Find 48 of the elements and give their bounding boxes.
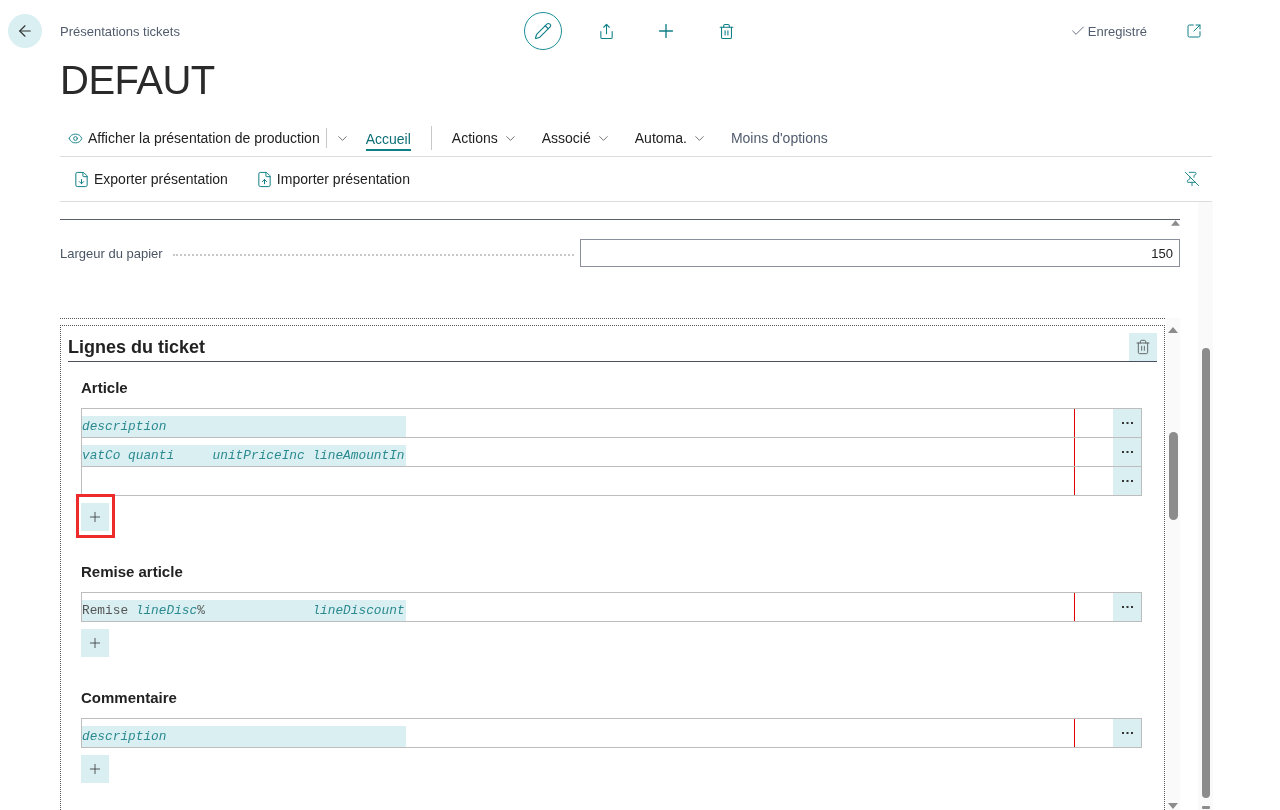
add-line-button[interactable]	[81, 755, 109, 783]
field-label: Largeur du papier	[60, 245, 163, 261]
group-title: Commentaire	[81, 688, 177, 708]
add-line-button[interactable]	[81, 629, 109, 657]
pencil-icon	[534, 22, 552, 40]
file-arrow-up-icon	[255, 170, 273, 188]
scroll-up-icon[interactable]	[1168, 327, 1178, 333]
plus-icon	[87, 761, 103, 777]
dash-icon[interactable]	[1201, 806, 1210, 809]
toolbar-button[interactable]: Exporter présentation	[73, 170, 228, 188]
share-icon	[597, 22, 615, 40]
show-layout-button[interactable]: Afficher la présentation de production	[68, 130, 320, 146]
menu-button[interactable]: Associé	[541, 130, 611, 146]
add-line-button[interactable]	[81, 503, 109, 531]
menu-button[interactable]: Automa.	[634, 130, 707, 146]
action-tab[interactable]: Accueil	[365, 125, 411, 151]
page-caption: Présentations tickets	[60, 23, 180, 39]
plus-icon	[87, 635, 103, 651]
toolbar-button[interactable]: Importer présentation	[255, 170, 410, 188]
eye-icon	[68, 130, 83, 146]
scrollbar[interactable]	[1198, 202, 1213, 810]
popout-icon	[1186, 23, 1202, 39]
back-button[interactable]	[8, 14, 42, 48]
saved-status: Enregistré	[1087, 23, 1147, 39]
pin-off-icon	[1184, 171, 1200, 187]
highlight-frame	[76, 494, 115, 538]
template-field[interactable]: description	[82, 409, 1075, 437]
scroll-thumb[interactable]	[1168, 432, 1178, 520]
scroll-thumb[interactable]	[1201, 348, 1210, 798]
section-title: Lignes du ticket	[68, 336, 206, 358]
group-title: Remise article	[81, 562, 183, 582]
trash-icon	[717, 22, 735, 40]
template-field[interactable]: Remise lineDisc% lineDiscount	[82, 593, 1075, 621]
menu-button[interactable]: Actions	[451, 130, 518, 146]
delete-section-button[interactable]	[1129, 333, 1157, 361]
fewer-options-link[interactable]: Moins d'options	[730, 130, 828, 146]
scrollbar[interactable]	[1166, 318, 1180, 810]
group-title: Article	[81, 378, 128, 398]
trash-icon	[1135, 339, 1151, 355]
scroll-up-icon[interactable]	[1171, 220, 1180, 226]
plus-icon	[87, 509, 103, 525]
template-field[interactable]: vatCo quanti unitPriceInc lineAmountIn	[82, 438, 1075, 466]
number-field[interactable]: 150	[580, 239, 1180, 267]
edit-button[interactable]	[524, 12, 562, 50]
scroll-down-icon[interactable]	[1168, 803, 1178, 809]
page-title: DEFAUT	[60, 58, 215, 102]
file-arrow-down-icon	[73, 170, 90, 188]
template-field[interactable]: description	[82, 719, 1075, 747]
